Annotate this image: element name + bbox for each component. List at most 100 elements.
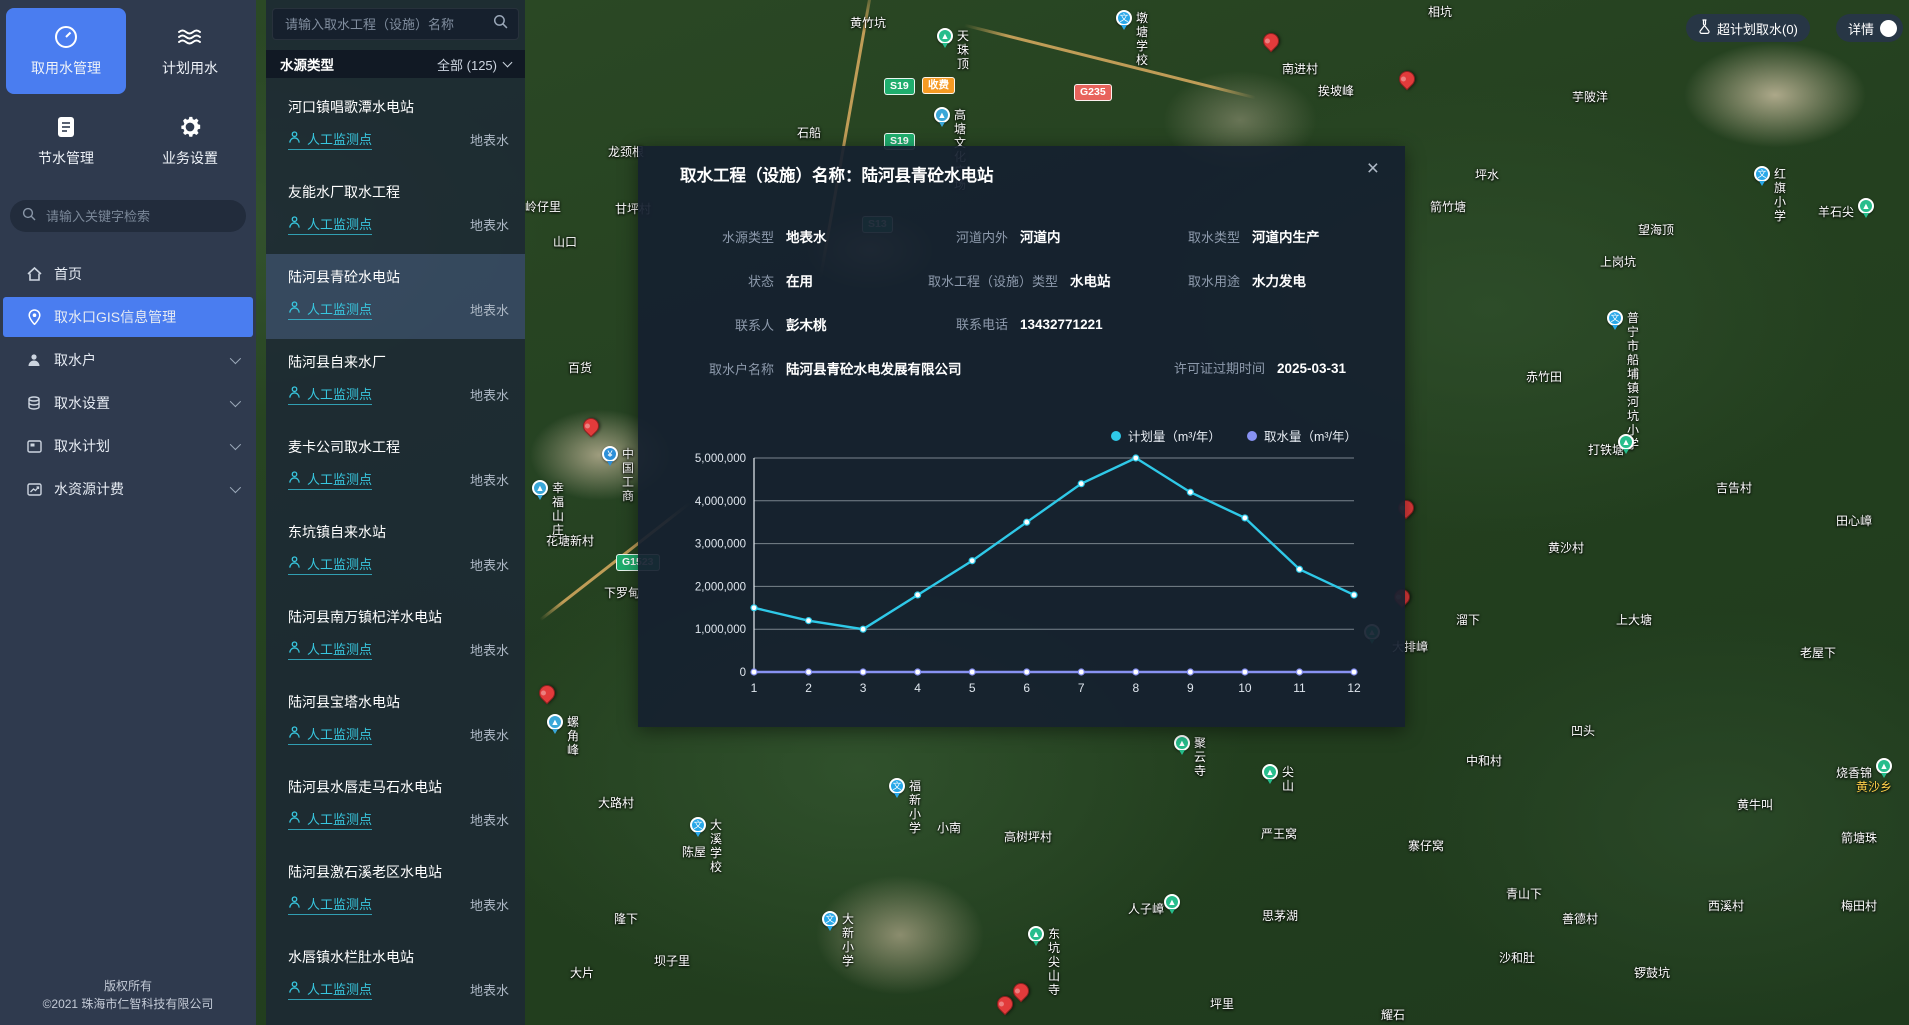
database-icon (26, 396, 42, 411)
copyright: 版权所有 ©2021 珠海市仁智科技有限公司 (0, 977, 256, 1013)
app-tile-4[interactable]: 业务设置 (130, 98, 250, 184)
red-pin-icon[interactable] (1396, 68, 1419, 91)
station-list-item[interactable]: 陆河县激石溪老区水电站人工监测点地表水 (266, 849, 525, 934)
monitor-tag[interactable]: 人工监测点 (288, 639, 372, 660)
temple-icon: ▲ (1174, 735, 1190, 751)
station-list-item[interactable]: 陆河县自来水厂人工监测点地表水 (266, 339, 525, 424)
monitor-tag-label: 人工监测点 (307, 894, 372, 913)
legend-dot (1111, 431, 1121, 441)
field-value: 地表水 (786, 226, 827, 246)
station-list-item[interactable]: 友能水厂取水工程人工监测点地表水 (266, 169, 525, 254)
station-list-item[interactable]: 陆河县宝塔水电站人工监测点地表水 (266, 679, 525, 764)
search-icon[interactable] (493, 14, 508, 34)
field-label: 许可证过期时间 (1143, 358, 1265, 377)
school-marker[interactable]: 文大溪学校 (690, 817, 706, 833)
field-label: 取水工程（设施）类型 (928, 271, 1058, 290)
station-list-item[interactable]: 陆河县南万镇杞洋水电站人工监测点地表水 (266, 594, 525, 679)
map-label: 挨坡峰 (1318, 84, 1354, 98)
monitor-tag[interactable]: 人工监测点 (288, 724, 372, 745)
red-pin-icon[interactable] (580, 415, 603, 438)
mountain-marker[interactable]: ▲ (1618, 434, 1634, 450)
red-pin-icon[interactable] (994, 993, 1017, 1016)
sidebar-item-1[interactable]: 首页 (0, 254, 256, 294)
map-label: 溜下 (1456, 613, 1480, 627)
monitor-tag[interactable]: 人工监测点 (288, 384, 372, 405)
toggle-knob[interactable] (1880, 20, 1897, 37)
school-marker[interactable]: 文福新小学 (889, 778, 905, 794)
station-list-item[interactable]: 麦卡公司取水工程人工监测点地表水 (266, 424, 525, 509)
monitor-tag[interactable]: 人工监测点 (288, 979, 372, 1000)
sidebar-search-input[interactable] (44, 208, 228, 225)
monitor-tag[interactable]: 人工监测点 (288, 129, 372, 150)
station-list-item[interactable]: 河口镇唱歌潭水电站人工监测点地表水 (266, 84, 525, 169)
water-source-type: 地表水 (470, 130, 509, 149)
school-marker[interactable]: 文普宁市船埔镇 河坑小学 (1607, 310, 1623, 326)
temple-marker[interactable]: ▲聚云寺 (1174, 735, 1190, 751)
over-plan-intake-button[interactable]: 超计划取水(0) (1686, 14, 1810, 42)
detail-toggle[interactable]: 详情 (1836, 14, 1903, 42)
water-source-type: 地表水 (470, 895, 509, 914)
school-marker[interactable]: 文红旗小学 (1754, 166, 1770, 182)
mountain-icon: ▲ (1164, 894, 1180, 910)
sidebar-item-3[interactable]: 取水户 (0, 340, 256, 380)
marker-label: 普宁市船埔镇 河坑小学 (1627, 311, 1639, 451)
svg-text:7: 7 (1078, 681, 1085, 695)
source-type-filter: 水源类型 全部 (125) (266, 50, 525, 78)
poi-marker[interactable]: ▲螺角峰 (547, 714, 563, 730)
monitor-tag[interactable]: 人工监测点 (288, 469, 372, 490)
sidebar-item-4[interactable]: 取水设置 (0, 383, 256, 423)
marker-label: 聚云寺 (1194, 736, 1206, 778)
water-source-type: 地表水 (470, 725, 509, 744)
monitor-tag[interactable]: 人工监测点 (288, 299, 372, 320)
intake-chart: 01,000,0002,000,0003,000,0004,000,0005,0… (664, 444, 1378, 706)
school-marker[interactable]: 文墩塘学校 (1116, 10, 1132, 26)
station-list-item[interactable]: 陆河县青砼水电站人工监测点地表水 (266, 254, 525, 339)
sidebar-item-6[interactable]: 水资源计费 (0, 469, 256, 509)
station-list-item[interactable]: 陆河县水唇走马石水电站人工监测点地表水 (266, 764, 525, 849)
map-label: 田心嶂 (1836, 514, 1872, 528)
school-icon: 文 (889, 778, 905, 794)
temple-marker[interactable]: ▲东坑尖山寺 (1028, 926, 1044, 942)
monitor-tag[interactable]: 人工监测点 (288, 809, 372, 830)
marker-tail (1179, 750, 1185, 758)
red-pin-icon[interactable] (1260, 30, 1283, 53)
monitor-tag-label: 人工监测点 (307, 214, 372, 233)
station-list-item[interactable]: 东坑镇自来水站人工监测点地表水 (266, 509, 525, 594)
school-marker[interactable]: 文大新小学 (822, 911, 838, 927)
mountain-marker[interactable]: ▲天珠顶 (937, 28, 953, 44)
mountain-marker[interactable]: ▲尖山 (1262, 764, 1278, 780)
marker-tail (1267, 779, 1273, 787)
legend-item[interactable]: 取水量（m³/年） (1247, 426, 1357, 445)
mountain-marker[interactable]: ▲ (1164, 894, 1180, 910)
app-tile-2[interactable]: 计划用水 (130, 8, 250, 94)
sidebar-search[interactable] (10, 200, 246, 232)
station-list-item[interactable]: 水唇镇水栏肚水电站人工监测点地表水 (266, 934, 525, 1019)
app-tile-3[interactable]: 节水管理 (6, 98, 126, 184)
school-icon: 文 (1116, 10, 1132, 26)
field-pair: 水源类型地表水 (668, 226, 827, 246)
poi-marker[interactable]: ▲高塘文化广场 (934, 107, 950, 123)
legend-item[interactable]: 计划量（m³/年） (1111, 426, 1221, 445)
mountain-marker[interactable]: ▲ (1876, 758, 1892, 774)
station-search-input[interactable] (283, 16, 493, 33)
app-grid: 取用水管理计划用水节水管理业务设置 (0, 0, 256, 186)
road-badge: S19 (884, 78, 915, 95)
poi-marker[interactable]: ▲幸福山庄 (532, 480, 548, 496)
monitor-tag[interactable]: 人工监测点 (288, 894, 372, 915)
sidebar-item-5[interactable]: 取水计划 (0, 426, 256, 466)
mountain-marker[interactable]: ▲ (1858, 198, 1874, 214)
filter-dropdown[interactable]: 全部 (125) (437, 55, 511, 74)
red-pin-icon[interactable] (1010, 980, 1033, 1003)
sidebar-item-label: 取水户 (54, 350, 96, 370)
monitor-tag[interactable]: 人工监测点 (288, 554, 372, 575)
station-search[interactable] (272, 8, 519, 40)
water-source-type: 地表水 (470, 300, 509, 319)
app-tile-1[interactable]: 取用水管理 (6, 8, 126, 94)
bank-marker[interactable]: ¥中国工商 (602, 446, 618, 462)
sidebar-item-2[interactable]: 取水口GIS信息管理 (3, 297, 253, 337)
red-pin-icon[interactable] (536, 682, 559, 705)
close-icon[interactable]: × (1367, 158, 1379, 179)
monitor-tag[interactable]: 人工监测点 (288, 214, 372, 235)
svg-text:2: 2 (805, 681, 812, 695)
monitor-tag-label: 人工监测点 (307, 299, 372, 318)
